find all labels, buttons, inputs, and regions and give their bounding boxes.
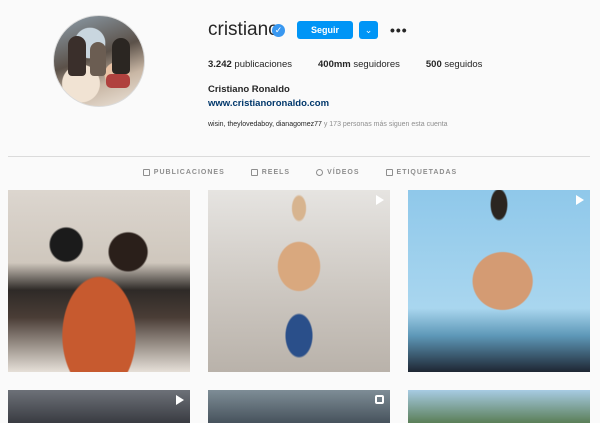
video-post-icon <box>576 195 584 205</box>
stat-count: 400mm <box>318 59 351 70</box>
post-thumbnail[interactable] <box>408 190 590 372</box>
followed-by-text[interactable]: wisin, theylovedaboy, dianagomez77 y 173… <box>208 121 448 128</box>
post-thumbnail[interactable] <box>8 190 190 372</box>
tab-reels[interactable]: REELS <box>250 169 291 176</box>
tag-icon <box>385 169 393 176</box>
tab-posts[interactable]: PUBLICACIONES <box>142 169 225 176</box>
stat-count: 500 <box>425 59 442 70</box>
followed-by-names: wisin, theylovedaboy, dianagomez77 <box>208 121 322 128</box>
stat-label: publicaciones <box>231 59 292 70</box>
grid-icon <box>142 169 150 176</box>
stat-following[interactable]: 500 seguidos <box>426 59 483 70</box>
suggested-dropdown-button[interactable]: ⌄ <box>359 21 378 39</box>
reels-icon <box>250 169 258 176</box>
profile-website-link[interactable]: www.cristianoronaldo.com <box>208 98 329 109</box>
tab-videos[interactable]: VÍDEOS <box>316 169 359 176</box>
verified-badge-icon: ✓ <box>272 24 285 37</box>
tab-label: REELS <box>261 169 291 176</box>
tab-label: VÍDEOS <box>327 169 360 176</box>
tab-label: ETIQUETADAS <box>396 169 458 176</box>
profile-avatar[interactable] <box>53 15 145 107</box>
carousel-post-icon <box>375 395 384 404</box>
profile-tabs: PUBLICACIONES REELS VÍDEOS ETIQUETADAS <box>0 169 600 176</box>
profile-full-name: Cristiano Ronaldo <box>208 84 290 95</box>
stat-label: seguidores <box>350 59 400 70</box>
avatar-cake <box>106 74 130 88</box>
video-icon <box>316 169 324 176</box>
post-thumbnail[interactable] <box>208 390 390 423</box>
follow-button[interactable]: Seguir <box>297 21 353 39</box>
stat-posts: 3.242 publicaciones <box>208 59 292 70</box>
avatar-figure <box>68 36 86 76</box>
profile-username: cristiano <box>208 19 279 40</box>
profile-stats: 3.242 publicaciones 400mm seguidores 500… <box>208 59 508 70</box>
video-post-icon <box>376 195 384 205</box>
post-thumbnail[interactable] <box>208 190 390 372</box>
tab-label: PUBLICACIONES <box>153 169 225 176</box>
more-options-icon[interactable]: ••• <box>390 22 408 38</box>
stat-count: 3.242 <box>208 59 232 70</box>
video-post-icon <box>176 395 184 405</box>
avatar-figure <box>112 38 130 74</box>
post-thumbnail[interactable] <box>408 390 590 423</box>
followed-by-rest: y 173 personas más siguen esta cuenta <box>321 121 448 128</box>
stat-label: seguidos <box>441 59 483 70</box>
tab-tagged[interactable]: ETIQUETADAS <box>385 169 458 176</box>
divider <box>8 156 590 157</box>
avatar-figure <box>90 42 106 76</box>
stat-followers[interactable]: 400mm seguidores <box>318 59 400 70</box>
post-thumbnail[interactable] <box>8 390 190 423</box>
